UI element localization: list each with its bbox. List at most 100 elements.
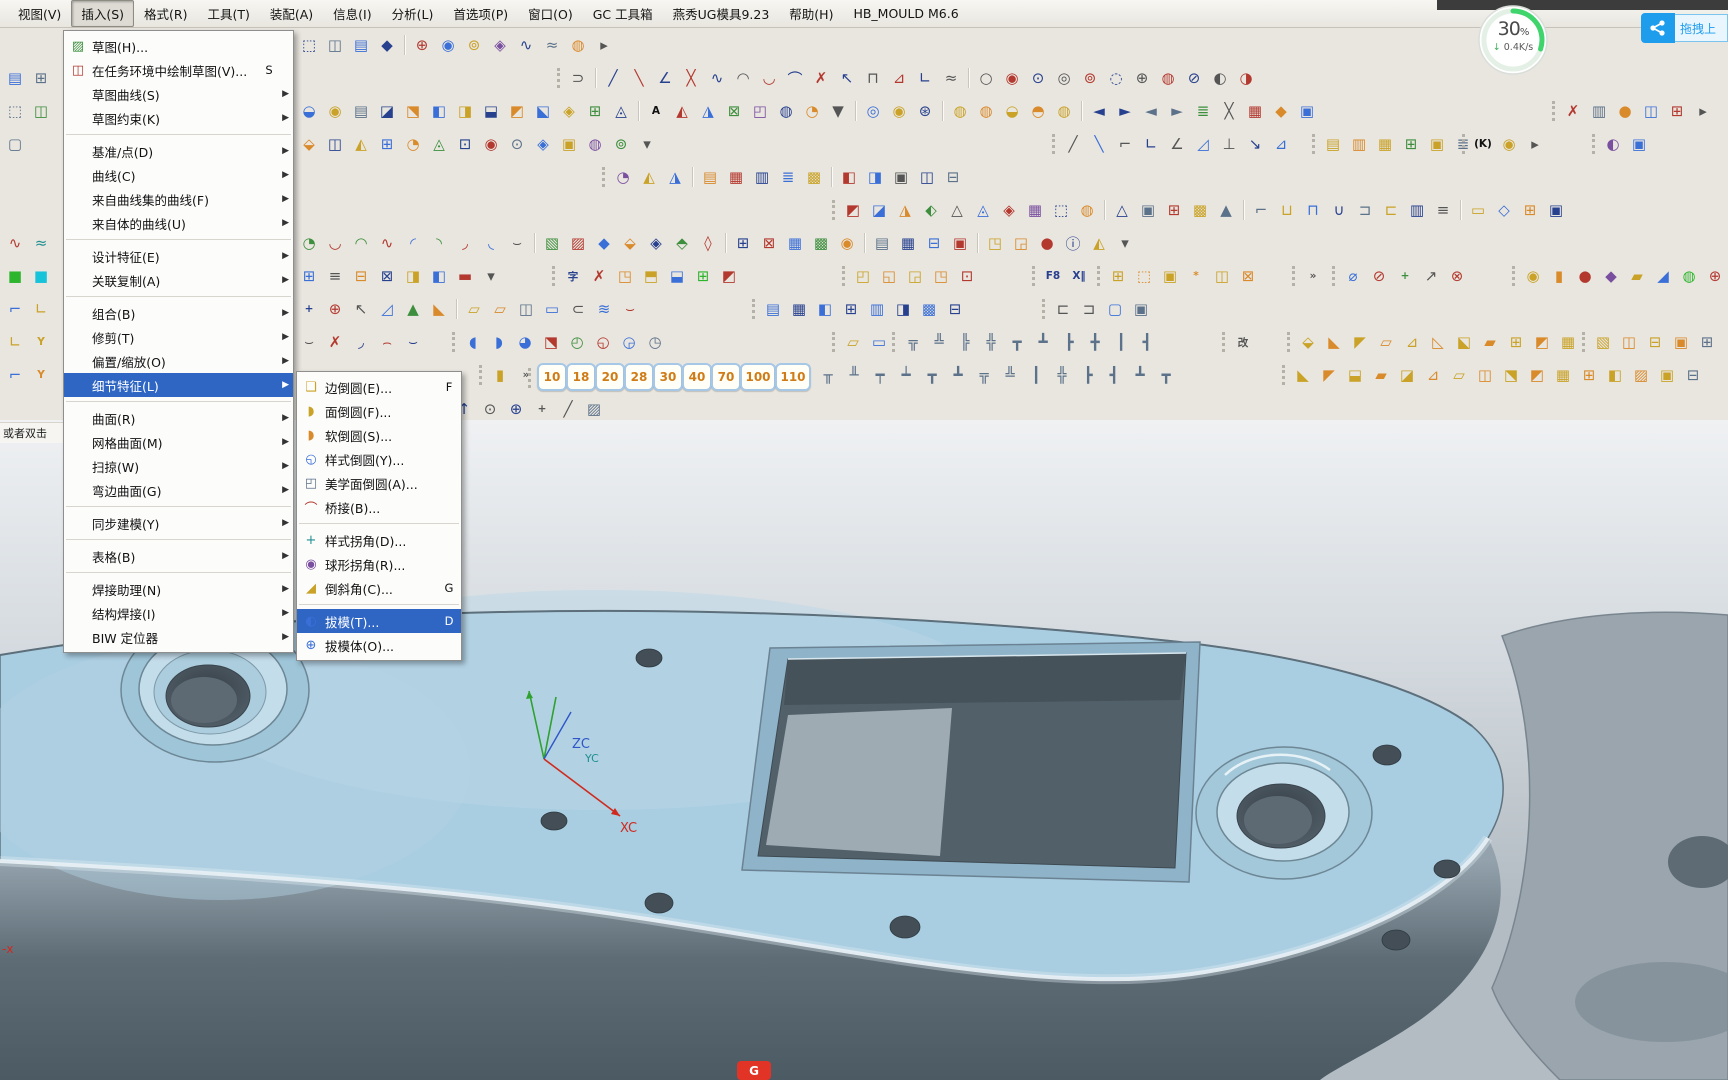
toolbar-group-handle[interactable]: [1097, 266, 1100, 286]
toolbar-icon[interactable]: ◱: [876, 263, 902, 289]
toolbar-group-handle[interactable]: [1512, 266, 1515, 286]
toolbar-icon[interactable]: ▮: [487, 362, 513, 388]
toolbar-icon[interactable]: ┻: [945, 362, 971, 388]
toolbar-icon[interactable]: ▦: [1550, 362, 1576, 388]
insert-menu-item-13[interactable]: 细节特征(L)▶: [64, 373, 293, 397]
detail-submenu-item-5[interactable]: ⌒桥接(B)...: [297, 495, 461, 519]
toolbar-icon[interactable]: ≈: [539, 32, 565, 58]
toolbar-icon[interactable]: ◪: [866, 197, 892, 223]
toolbar-icon[interactable]: ◰: [850, 263, 876, 289]
cloud-share-button[interactable]: [1641, 13, 1675, 43]
toolbar-icon[interactable]: ⌀: [1340, 263, 1366, 289]
toolbar-icon[interactable]: ◫: [322, 32, 348, 58]
toolbar-icon[interactable]: *: [1183, 263, 1209, 289]
toolbar-icon[interactable]: ⊐: [1352, 197, 1378, 223]
toolbar-icon[interactable]: ◍: [1074, 197, 1100, 223]
toolbar-icon[interactable]: ⊕: [503, 396, 529, 422]
toolbar-icon[interactable]: ⓘ: [1060, 230, 1086, 256]
toolbar-icon[interactable]: ▩: [1187, 197, 1213, 223]
toolbar-icon[interactable]: ◆: [1598, 263, 1624, 289]
toolbar-icon[interactable]: ◍: [973, 98, 999, 124]
toolbar-icon[interactable]: ◉: [1496, 131, 1522, 157]
toolbar-icon[interactable]: ⬚: [1131, 263, 1157, 289]
toolbar-icon[interactable]: ▢: [2, 131, 28, 157]
toolbar-icon[interactable]: ◣: [426, 296, 452, 322]
toolbar-icon[interactable]: ⬘: [669, 230, 695, 256]
toolbar-icon[interactable]: ◶: [616, 329, 642, 355]
insert-menu-item-22[interactable]: BIW 定位器▶: [64, 625, 293, 649]
toolbar-icon[interactable]: ▲: [1213, 197, 1239, 223]
toolbar-group-handle[interactable]: [1287, 332, 1290, 352]
toolbar-icon[interactable]: ◔: [296, 230, 322, 256]
insert-menu-item-18[interactable]: 同步建模(Y)▶: [64, 511, 293, 535]
toolbar-group-handle[interactable]: [832, 200, 835, 220]
toolbar-icon[interactable]: ∿: [374, 230, 400, 256]
toolbar-icon[interactable]: ◭: [636, 164, 662, 190]
toolbar-icon[interactable]: ▸: [1522, 131, 1548, 157]
toolbar-group-handle[interactable]: [602, 167, 605, 187]
toolbar-icon[interactable]: △: [944, 197, 970, 223]
toolbar-icon[interactable]: ■: [28, 263, 54, 289]
toolbar-icon[interactable]: ⊛: [912, 98, 938, 124]
toolbar-icon[interactable]: ⌐: [1248, 197, 1274, 223]
toolbar-icon[interactable]: ▾: [478, 263, 504, 289]
toolbar-icon[interactable]: ◝: [426, 230, 452, 256]
toolbar-icon[interactable]: ●: [1034, 230, 1060, 256]
toolbar-icon[interactable]: ⬙: [1295, 329, 1321, 355]
toolbar-icon[interactable]: ◒: [999, 98, 1025, 124]
toolbar-icon[interactable]: ▰: [1477, 329, 1503, 355]
insert-menu-item-4[interactable]: 基准/点(D)▶: [64, 139, 293, 163]
toolbar-icon[interactable]: ▼: [825, 98, 851, 124]
insert-menu-item-12[interactable]: 偏置/缩放(O)▶: [64, 349, 293, 373]
toolbar-icon[interactable]: ◆: [591, 230, 617, 256]
toolbar-icon[interactable]: ┃: [1023, 362, 1049, 388]
toolbar-icon[interactable]: X‖: [1066, 263, 1092, 289]
quick-size-button-28[interactable]: 28: [624, 363, 654, 391]
insert-menu-item-7[interactable]: 来自体的曲线(U)▶: [64, 211, 293, 235]
detail-submenu-item-9[interactable]: ◐拔模(T)...D: [297, 609, 461, 633]
toolbar-icon[interactable]: ◉: [834, 230, 860, 256]
toolbar-icon[interactable]: ◉: [999, 65, 1025, 91]
toolbar-icon[interactable]: ◬: [970, 197, 996, 223]
toolbar-icon[interactable]: ↘: [1242, 131, 1268, 157]
toolbar-icon[interactable]: ⊞: [1664, 98, 1690, 124]
quick-size-button-20[interactable]: 20: [595, 363, 625, 391]
toolbar-icon[interactable]: ▩: [916, 296, 942, 322]
toolbar-icon[interactable]: »: [513, 362, 539, 388]
toolbar-icon[interactable]: +: [296, 296, 322, 322]
toolbar-icon[interactable]: ┳: [1153, 362, 1179, 388]
toolbar-icon[interactable]: ▤: [2, 65, 28, 91]
toolbar-icon[interactable]: ◉: [435, 32, 461, 58]
toolbar-icon[interactable]: ▧: [539, 230, 565, 256]
toolbar-icon[interactable]: ▰: [1624, 263, 1650, 289]
toolbar-group-handle[interactable]: [1282, 365, 1285, 385]
toolbar-icon[interactable]: ▭: [1465, 197, 1491, 223]
quick-size-button-40[interactable]: 40: [682, 363, 712, 391]
toolbar-icon[interactable]: ◧: [836, 164, 862, 190]
toolbar-icon[interactable]: ◭: [1086, 230, 1112, 256]
toolbar-icon[interactable]: ⊠: [374, 263, 400, 289]
toolbar-icon[interactable]: ╲: [626, 65, 652, 91]
menubar-item-8[interactable]: 窗口(O): [518, 0, 583, 27]
menubar-item-6[interactable]: 分析(L): [382, 0, 444, 27]
toolbar-icon[interactable]: ◮: [892, 197, 918, 223]
toolbar-icon[interactable]: ≣: [1190, 98, 1216, 124]
toolbar-icon[interactable]: ⬓: [664, 263, 690, 289]
toolbar-icon[interactable]: ⊞: [1105, 263, 1131, 289]
toolbar-icon[interactable]: ∿: [704, 65, 730, 91]
toolbar-icon[interactable]: ✗: [586, 263, 612, 289]
insert-menu-item-20[interactable]: 焊接助理(N)▶: [64, 577, 293, 601]
toolbar-icon[interactable]: ╦: [900, 329, 926, 355]
toolbar-group-handle[interactable]: [1312, 134, 1315, 154]
toolbar-icon[interactable]: ◩: [1524, 362, 1550, 388]
toolbar-icon[interactable]: ►: [1112, 98, 1138, 124]
insert-menu-item-6[interactable]: 来自曲线集的曲线(F)▶: [64, 187, 293, 211]
toolbar-icon[interactable]: ▤: [348, 32, 374, 58]
toolbar-group-handle[interactable]: [752, 299, 755, 319]
toolbar-icon[interactable]: ⊏: [1378, 197, 1404, 223]
toolbar-icon[interactable]: ≋: [591, 296, 617, 322]
quick-size-button-100[interactable]: 100: [740, 363, 776, 391]
toolbar-icon[interactable]: ▣: [1626, 131, 1652, 157]
insert-menu-item-9[interactable]: 关联复制(A)▶: [64, 268, 293, 292]
toolbar-icon[interactable]: ╥: [815, 362, 841, 388]
